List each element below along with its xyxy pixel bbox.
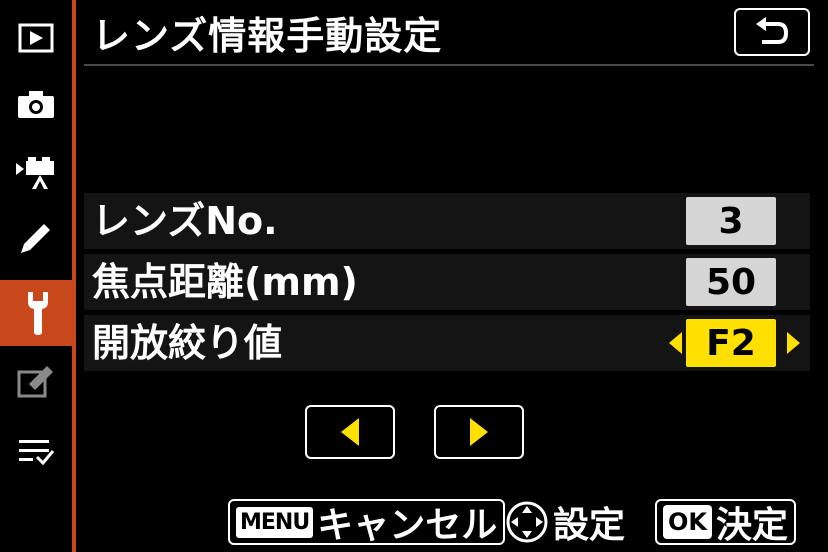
set-hint: 設定 xyxy=(505,496,625,548)
pencil-icon xyxy=(21,224,50,253)
cancel-button[interactable]: MENU キャンセル xyxy=(228,499,506,546)
menu-key-icon: MENU xyxy=(236,506,314,538)
max-aperture-label: 開放絞り値 xyxy=(92,321,283,365)
sidebar-item-custom-settings[interactable] xyxy=(0,205,72,271)
my-menu-icon xyxy=(19,440,55,466)
sidebar-item-photo-shooting[interactable] xyxy=(0,71,72,137)
setting-row-max-aperture[interactable]: 開放絞り値 F2 xyxy=(84,315,810,371)
sidebar-item-movie-shooting[interactable] xyxy=(0,140,72,206)
wrench-icon xyxy=(28,292,48,335)
setting-row-focal-length[interactable]: 焦点距離(mm) 50 xyxy=(84,254,810,310)
previous-button[interactable] xyxy=(305,405,395,459)
focal-length-value[interactable]: 50 xyxy=(686,258,776,306)
focal-length-label: 焦点距離(mm) xyxy=(92,260,358,304)
max-aperture-value[interactable]: F2 xyxy=(686,319,776,367)
setting-row-lens-number[interactable]: レンズNo. 3 xyxy=(84,193,810,249)
left-arrow-icon xyxy=(341,418,359,446)
multi-selector-icon xyxy=(506,501,548,543)
movie-icon xyxy=(16,157,54,189)
sidebar-item-retouch[interactable] xyxy=(0,348,72,414)
back-button[interactable] xyxy=(734,8,810,56)
right-arrow-icon xyxy=(470,418,488,446)
lens-number-value[interactable]: 3 xyxy=(686,197,776,245)
ok-button[interactable]: OK 決定 xyxy=(655,499,797,546)
sidebar-item-my-menu[interactable] xyxy=(0,418,72,484)
retouch-icon xyxy=(17,366,53,398)
ok-hint[interactable]: OK 決定 xyxy=(655,496,797,548)
camera-icon xyxy=(18,91,54,118)
sidebar xyxy=(0,0,76,552)
cancel-hint[interactable]: MENU キャンセル xyxy=(228,496,506,548)
lens-number-label: レンズNo. xyxy=(92,199,278,243)
sidebar-accent-line xyxy=(72,0,76,552)
sidebar-item-playback[interactable] xyxy=(0,5,72,71)
sidebar-item-setup[interactable] xyxy=(0,280,76,346)
ok-label: 決定 xyxy=(716,505,789,546)
return-arrow-icon xyxy=(756,17,789,44)
set-label: 設定 xyxy=(553,505,626,546)
next-button[interactable] xyxy=(434,405,524,459)
value-decrease-arrow-icon[interactable] xyxy=(669,332,682,354)
header-divider xyxy=(84,64,814,66)
playback-icon xyxy=(18,23,54,53)
cancel-label: キャンセル xyxy=(317,505,498,546)
page-title: レンズ情報手動設定 xyxy=(92,14,443,58)
ok-key-icon: OK xyxy=(663,505,712,539)
value-increase-arrow-icon[interactable] xyxy=(787,332,800,354)
